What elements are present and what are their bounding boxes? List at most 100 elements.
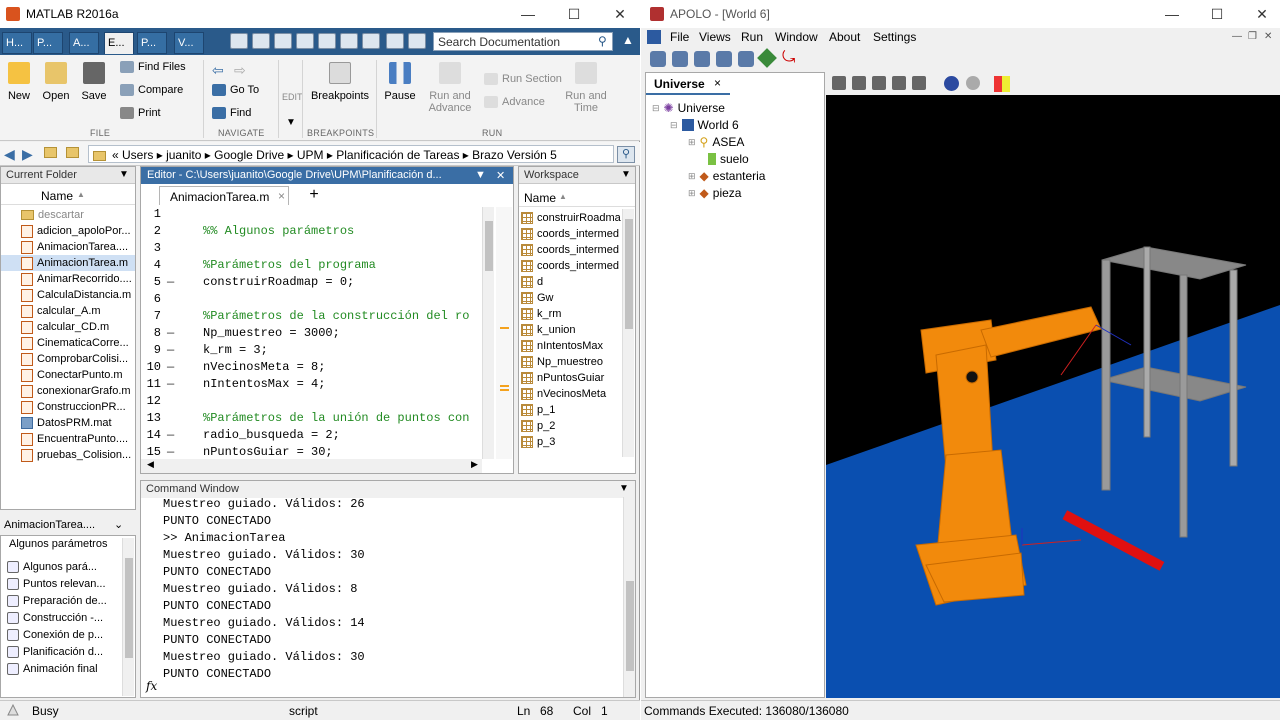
outline-scrollbar[interactable] [122,538,134,696]
search-icon[interactable]: ⚲ [598,34,607,48]
chevron-down-icon[interactable]: ⌄ [114,518,123,531]
play-icon[interactable] [944,76,959,91]
tree-node-estanteria[interactable]: ⊞ ◆ estanteria [688,169,765,183]
edit-dropdown-icon[interactable]: ▼ [286,117,296,128]
workspace-variable[interactable]: nPuntosGuiar [521,370,621,386]
file-list-item[interactable]: CinematicaCorre... [1,335,135,351]
save-world-icon[interactable] [672,51,688,67]
tab-apps[interactable]: A... [69,32,99,54]
tree-node-world[interactable]: ⊟ World 6 [670,118,739,132]
close-button[interactable]: ✕ [1239,0,1280,28]
warning-marker[interactable] [500,389,509,391]
path-segment[interactable]: Google Drive [214,148,284,162]
line-number[interactable]: 1 [141,207,161,221]
search-documentation-input[interactable]: Search Documentation [433,32,613,51]
panel-menu-icon[interactable]: ▼ [621,169,631,180]
tree-node-asea[interactable]: ⊞ ⚲ ASEA [688,135,744,149]
add-object-icon[interactable] [757,48,777,68]
line-number[interactable]: 2 [141,224,161,238]
workspace-variable[interactable]: nVecinosMeta [521,386,621,402]
mdi-restore-icon[interactable]: ❐ [1248,31,1257,42]
tab-home[interactable]: H... [2,32,32,54]
maximize-button[interactable]: ☐ [551,0,597,28]
advance-button[interactable]: Advance [484,96,545,108]
menu-window[interactable]: Window [775,30,818,44]
outline-item[interactable]: Construcción -... [7,609,119,626]
back-icon[interactable]: ◀ [4,146,15,163]
column-header[interactable]: Name ▲ [1,185,135,205]
path-segment[interactable]: Planificación de Tareas [336,148,459,162]
editor-menu-icon[interactable]: ▼ [475,169,486,181]
command-vscroll[interactable] [623,497,635,697]
scroll-right-icon[interactable]: ▶ [471,459,478,470]
tab-plots[interactable]: P... [33,32,63,54]
file-list-item[interactable]: pruebas_Colision... [1,447,135,463]
breakpoint-marker[interactable]: — [167,343,174,357]
axes-icon[interactable]: ⤿ [782,49,795,67]
run-and-time-button[interactable]: Run and Time [564,62,608,114]
view-top-icon[interactable] [852,76,866,90]
maximize-button[interactable]: ☐ [1194,0,1240,28]
workspace-variable[interactable]: nIntentosMax [521,338,621,354]
edit-group[interactable]: EDIT [282,92,303,102]
line-number[interactable]: 15 [141,445,161,459]
run-and-advance-button[interactable]: Run and Advance [426,62,474,114]
breakpoint-marker[interactable]: — [167,428,174,442]
color-icon[interactable] [994,76,1010,92]
workspace-variable[interactable]: p_1 [521,402,621,418]
search-folder-icon[interactable]: ⚲ [617,146,635,163]
editor-close-icon[interactable]: ✕ [496,169,505,182]
paste-icon[interactable] [318,33,336,49]
breakpoints-button[interactable]: Breakpoints [310,62,370,102]
panel-menu-icon[interactable]: ▼ [619,483,629,494]
record-icon[interactable] [966,76,980,90]
scroll-thumb[interactable] [125,558,133,658]
line-number[interactable]: 9 [141,343,161,357]
outline-item[interactable]: Puntos relevan... [7,575,119,592]
column-header[interactable]: Name ▲ [519,187,635,207]
warning-marker[interactable] [500,385,509,387]
mdi-minimize-icon[interactable]: — [1232,31,1242,42]
minimize-button[interactable]: — [505,0,551,28]
file-list-item[interactable]: adicion_apoloPor... [1,223,135,239]
workspace-variable[interactable]: p_3 [521,434,621,450]
go-to-button[interactable]: Go To [212,84,259,96]
breakpoint-marker[interactable]: — [167,360,174,374]
expand-icon[interactable]: ⊞ [688,188,696,199]
forward-icon[interactable]: ▶ [22,146,33,163]
compare-button[interactable]: Compare [120,84,183,96]
code-line[interactable]: nIntentosMax = 4; [203,377,325,391]
file-list-item[interactable]: descartar [1,207,135,223]
scroll-thumb[interactable] [485,221,493,271]
code-area[interactable]: 1 2%% Algunos parámetros 3 4 %Parámetros del… [141,207,496,459]
editor-hscroll[interactable]: ◀ ▶ [141,459,482,473]
line-number[interactable]: 13 [141,411,161,425]
back-arrow-icon[interactable]: ⇦ [212,62,224,79]
line-number[interactable]: 3 [141,241,161,255]
expand-icon[interactable]: ⊞ [688,171,696,182]
code-line[interactable]: nPuntosGuiar = 30; [203,445,333,459]
workspace-variable[interactable]: coords_intermed [521,242,621,258]
tab-close-icon[interactable]: × [714,76,721,90]
line-number[interactable]: 8 [141,326,161,340]
code-line[interactable]: %Parámetros del programa [203,258,376,272]
workspace-variable[interactable]: k_rm [521,306,621,322]
new-icon[interactable] [230,33,248,49]
breakpoint-marker[interactable]: — [167,326,174,340]
expand-icon[interactable]: ⊞ [688,137,696,148]
file-list-item[interactable]: ComprobarColisi... [1,351,135,367]
workspace-vscroll[interactable] [622,209,634,457]
path-segment[interactable]: UPM [297,148,324,162]
file-list-item[interactable]: conexionarGrafo.m [1,383,135,399]
file-list-item[interactable]: DatosPRM.mat [1,415,135,431]
switch-windows-icon[interactable] [386,33,404,49]
tree-node-pieza[interactable]: ⊞ ◆ pieza [688,186,741,200]
warning-marker[interactable] [500,327,509,329]
minimize-button[interactable]: — [1149,0,1195,28]
tab-close-icon[interactable]: × [278,189,285,203]
redo-icon[interactable] [362,33,380,49]
browse-folder-icon[interactable] [66,147,79,158]
command-window[interactable]: Command Window ▼ Muestreo guiado. Válido… [140,480,636,698]
line-number[interactable]: 10 [141,360,161,374]
workspace-variable[interactable]: d [521,274,621,290]
